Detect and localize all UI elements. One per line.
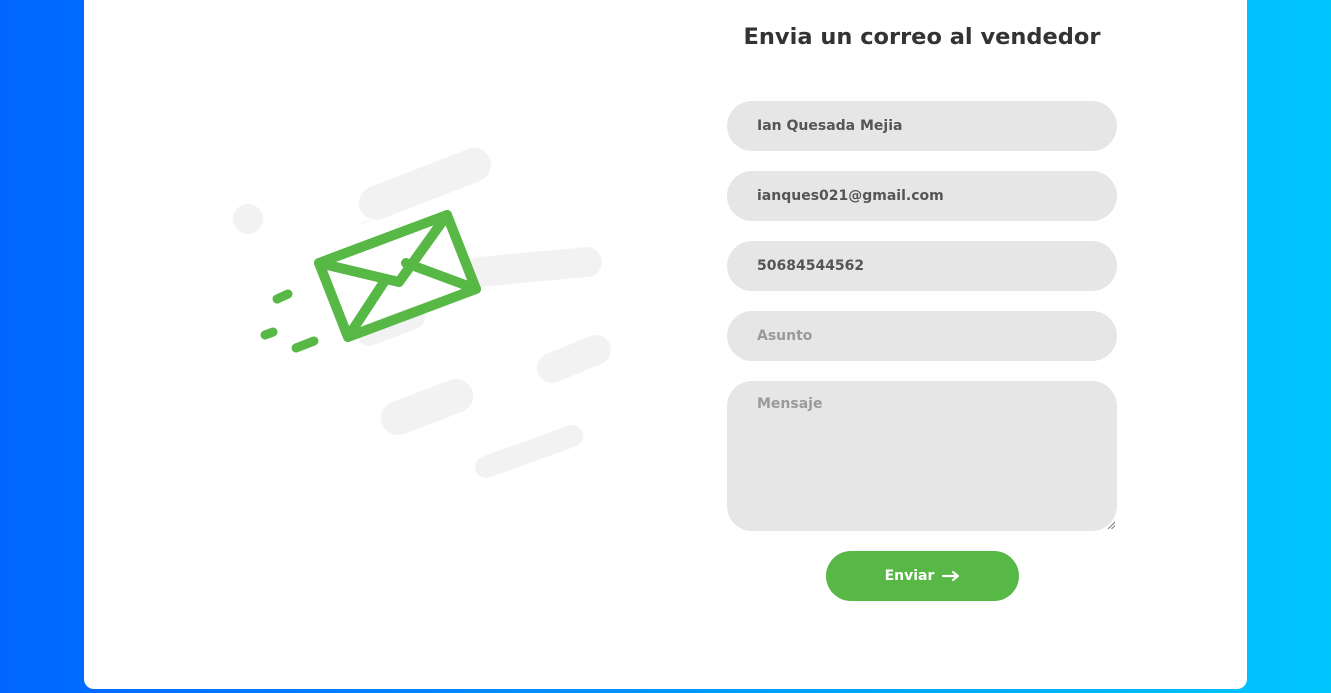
email-field[interactable]: ianques021@gmail.com [727,171,1117,221]
mail-illustration [84,0,727,689]
motion-dot [233,204,263,234]
motion-streak [359,148,491,220]
resize-grip-icon[interactable] [1107,521,1115,529]
phone-field[interactable]: 50684544562 [727,241,1117,291]
contact-card: Envia un correo al vendedor Ian Quesada … [84,0,1247,689]
motion-streak [464,247,602,287]
name-field[interactable]: Ian Quesada Mejia [727,101,1117,151]
message-placeholder: Mensaje [757,396,823,412]
motion-streak [361,220,370,224]
submit-label: Enviar [884,568,935,584]
submit-button[interactable]: Enviar [826,551,1019,601]
speed-dash [291,336,319,353]
motion-streak [381,379,473,435]
motion-streak [475,425,583,478]
speed-dash [260,327,278,340]
motion-streak [537,335,611,383]
form-title: Envia un correo al vendedor [743,24,1101,50]
subject-field[interactable]: Asunto [727,311,1117,361]
flying-envelope-illustration [233,148,611,478]
envelope-icon [314,210,481,342]
message-textarea[interactable]: Mensaje [727,381,1117,531]
arrow-right-icon [942,570,960,582]
speed-dash [272,289,293,304]
